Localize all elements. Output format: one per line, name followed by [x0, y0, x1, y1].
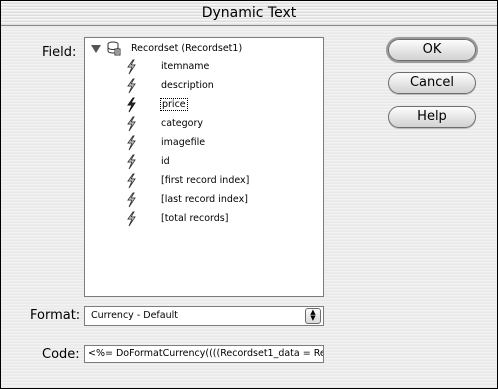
dialog-title: Dynamic Text — [201, 5, 297, 21]
dynamic-field-icon — [125, 192, 137, 208]
recordset-label: Recordset (Recordset1) — [131, 43, 243, 54]
dynamic-field-icon — [125, 135, 137, 151]
recordset-database-icon — [107, 41, 121, 56]
format-label: Format: — [30, 308, 81, 323]
dynamic-field-icon — [125, 97, 137, 113]
title-bar[interactable]: Dynamic Text — [1, 1, 497, 26]
field-name-label: [last record index] — [161, 194, 248, 205]
dynamic-field-icon — [125, 154, 137, 170]
tree-row-field[interactable]: itemname — [85, 59, 321, 75]
field-name-label: description — [161, 80, 214, 91]
field-tree[interactable]: Recordset (Recordset1) itemname descripti… — [84, 37, 324, 297]
tree-row-field[interactable]: price — [85, 97, 321, 113]
field-name-label: itemname — [161, 61, 210, 72]
field-name-label: category — [161, 118, 203, 129]
code-label: Code: — [42, 347, 80, 362]
code-field-value: <%= DoFormatCurrency((((Recordset1_data … — [88, 348, 324, 359]
field-name-label: [total records] — [161, 213, 229, 224]
field-name-label: imagefile — [161, 137, 206, 148]
field-name-label: [first record index] — [161, 175, 250, 186]
tree-row-field[interactable]: category — [85, 116, 321, 132]
tree-row-field[interactable]: description — [85, 78, 321, 94]
field-name-label: price — [160, 98, 188, 111]
select-arrows-icon[interactable]: ▲ ▼ — [305, 308, 321, 324]
dynamic-field-icon — [125, 211, 137, 227]
format-select[interactable]: Currency - Default ▲ ▼ — [84, 306, 324, 326]
cancel-button[interactable]: Cancel — [388, 72, 476, 94]
tree-row-recordset[interactable]: Recordset (Recordset1) — [85, 41, 321, 57]
tree-row-field[interactable]: id — [85, 154, 321, 170]
tree-row-field[interactable]: [first record index] — [85, 173, 321, 189]
dynamic-field-icon — [125, 173, 137, 189]
tree-row-field[interactable]: imagefile — [85, 135, 321, 151]
field-name-label: id — [161, 156, 170, 167]
tree-row-field[interactable]: [total records] — [85, 211, 321, 227]
format-select-value: Currency - Default — [91, 310, 178, 321]
code-field[interactable]: <%= DoFormatCurrency((((Recordset1_data … — [84, 345, 324, 363]
help-button[interactable]: Help — [388, 106, 476, 128]
dynamic-field-icon — [125, 78, 137, 94]
tree-row-field[interactable]: [last record index] — [85, 192, 321, 208]
disclosure-triangle-icon[interactable] — [91, 45, 101, 54]
dynamic-field-icon — [125, 59, 137, 75]
ok-button[interactable]: OK — [388, 39, 476, 61]
field-label: Field: — [42, 45, 77, 60]
dynamic-field-icon — [125, 116, 137, 132]
dynamic-text-dialog: Dynamic Text Field: Recordset (Recordset… — [0, 0, 498, 389]
